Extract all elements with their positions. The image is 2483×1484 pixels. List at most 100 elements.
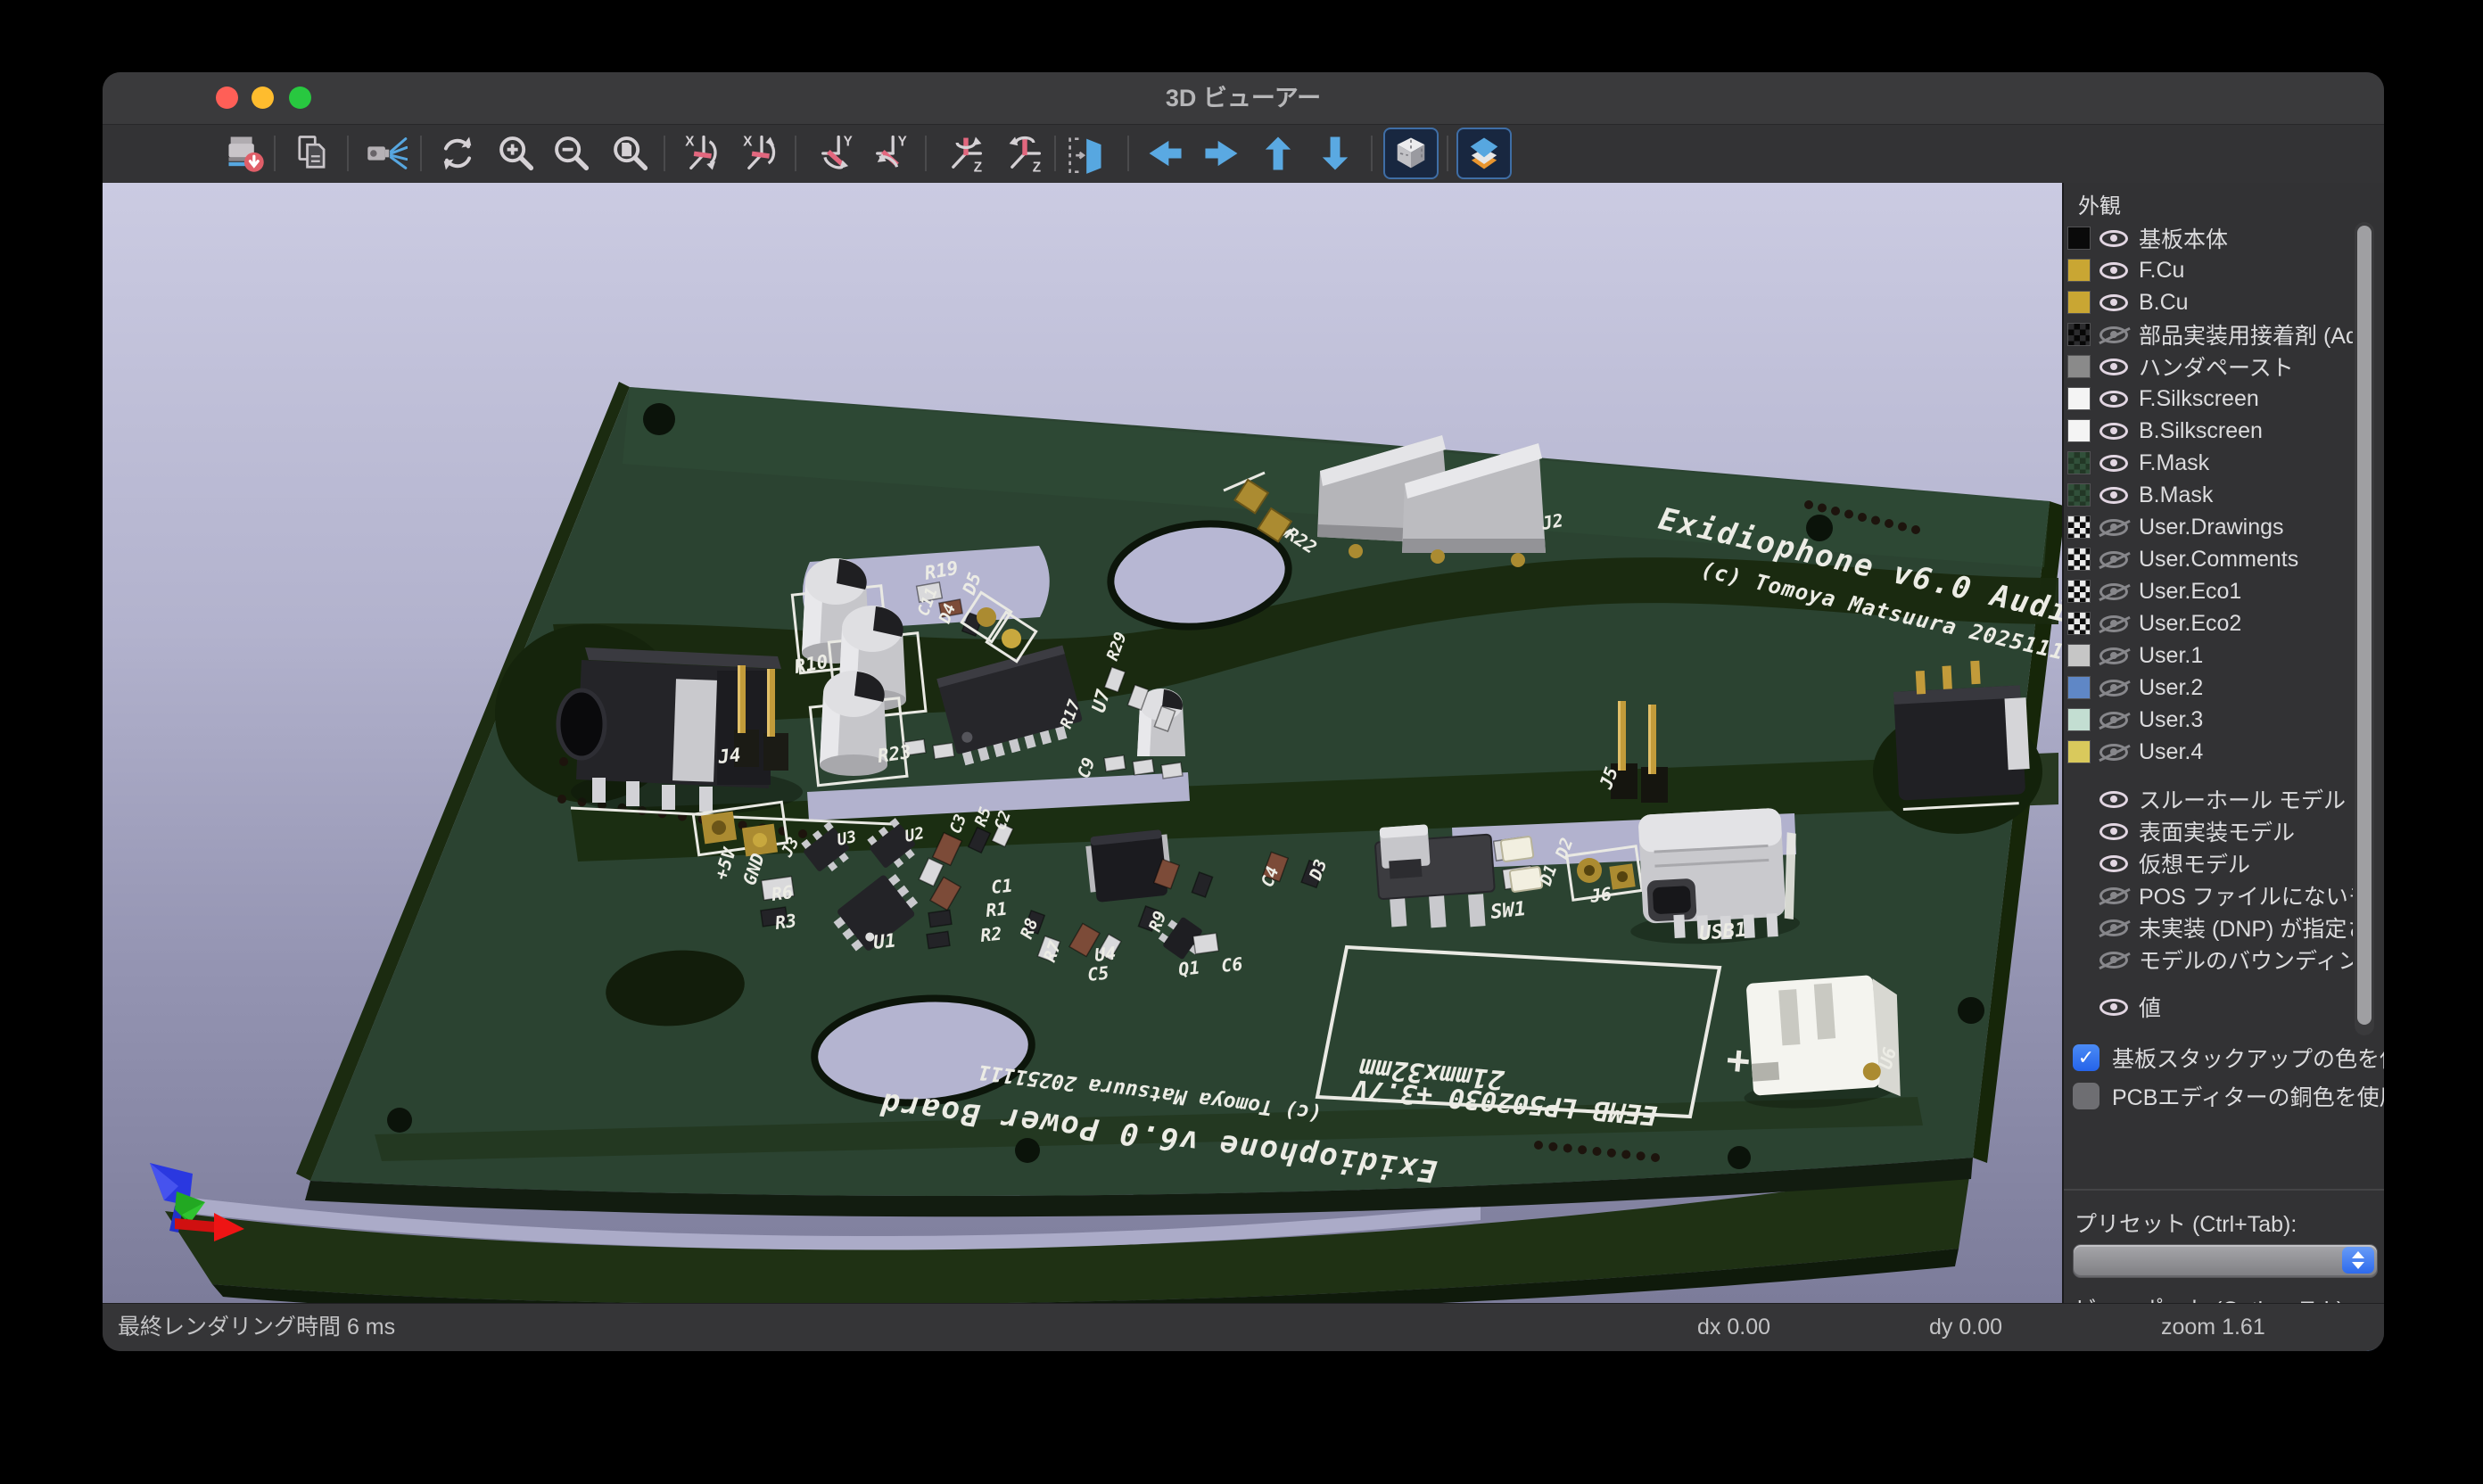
visibility-eye-icon[interactable] (2099, 359, 2128, 375)
visibility-eye-off-icon[interactable] (2099, 712, 2128, 729)
zoom-out-button[interactable] (547, 128, 597, 178)
visibility-eye-icon[interactable] (2099, 230, 2128, 247)
visibility-eye-off-icon[interactable] (2099, 952, 2128, 969)
layer-color-swatch[interactable] (2067, 259, 2091, 282)
layer-row[interactable]: User.Comments (2066, 543, 2353, 575)
copy-image-button[interactable] (287, 128, 337, 178)
visibility-eye-icon[interactable] (2099, 999, 2128, 1016)
titlebar[interactable]: 3D ビューアー (103, 72, 2384, 125)
visibility-eye-off-icon[interactable] (2099, 887, 2128, 904)
layer-row[interactable]: F.Silkscreen (2066, 383, 2353, 415)
rotate-z-cw-button[interactable]: Z (941, 128, 991, 178)
visibility-eye-icon[interactable] (2099, 855, 2128, 872)
visibility-eye-icon[interactable] (2099, 487, 2128, 504)
layer-list[interactable]: 基板本体F.CuB.Cu部品実装用接着剤 (Adhesive)ハンダペーストF.… (2066, 222, 2353, 1035)
rotate-z-ccw-button[interactable]: Z (1000, 128, 1050, 178)
layer-color-swatch[interactable] (2067, 323, 2091, 346)
visibility-eye-off-icon[interactable] (2099, 647, 2128, 664)
layer-color-swatch[interactable] (2067, 387, 2091, 410)
preset-stepper-icon[interactable] (2342, 1247, 2374, 1274)
panel-scrollbar[interactable] (2355, 222, 2374, 1035)
layer-row[interactable]: F.Mask (2066, 447, 2353, 479)
layer-color-swatch[interactable] (2067, 355, 2091, 378)
layer-row[interactable]: 表面実装モデル (2066, 815, 2353, 847)
layer-color-swatch[interactable] (2067, 515, 2091, 539)
layer-row[interactable]: 値 (2066, 991, 2353, 1023)
visibility-eye-off-icon[interactable] (2099, 919, 2128, 936)
visibility-eye-off-icon[interactable] (2099, 583, 2128, 600)
zoom-to-fit-button[interactable] (606, 128, 656, 178)
layer-color-swatch[interactable] (2067, 995, 2091, 1018)
pcb-copper-colors-checkbox[interactable] (2073, 1083, 2099, 1109)
visibility-eye-icon[interactable] (2099, 391, 2128, 408)
layer-color-swatch[interactable] (2067, 644, 2091, 667)
visibility-eye-off-icon[interactable] (2099, 519, 2128, 536)
move-up-button[interactable] (1253, 128, 1303, 178)
rotate-y-cw-button[interactable]: Y (812, 128, 862, 178)
visibility-eye-icon[interactable] (2099, 791, 2128, 808)
layer-row[interactable]: B.Cu (2066, 286, 2353, 318)
layer-row[interactable]: 基板本体 (2066, 222, 2353, 254)
visibility-eye-off-icon[interactable] (2099, 680, 2128, 697)
move-right-button[interactable] (1197, 128, 1247, 178)
rotate-x-ccw-button[interactable]: X (737, 128, 787, 178)
layer-row[interactable]: スルーホール モデル (2066, 783, 2353, 815)
layer-color-swatch[interactable] (2067, 948, 2091, 971)
render-view-button[interactable] (361, 128, 411, 178)
layer-color-swatch[interactable] (2067, 419, 2091, 442)
layer-row[interactable]: ハンダペースト (2066, 350, 2353, 383)
layer-color-swatch[interactable] (2067, 708, 2091, 731)
flip-board-button[interactable] (1060, 128, 1110, 178)
layer-row[interactable]: User.Eco2 (2066, 607, 2353, 639)
layer-row[interactable]: User.2 (2066, 672, 2353, 704)
panel-scrollbar-thumb[interactable] (2357, 226, 2372, 1025)
layer-row[interactable]: User.Drawings (2066, 511, 2353, 543)
layer-color-swatch[interactable] (2067, 548, 2091, 571)
layer-row[interactable]: POS ファイルにないモデル (2066, 879, 2353, 911)
layer-row[interactable]: 仮想モデル (2066, 847, 2353, 879)
visibility-eye-icon[interactable] (2099, 294, 2128, 311)
layer-row[interactable]: 部品実装用接着剤 (Adhesive) (2066, 318, 2353, 350)
viewport-3d[interactable]: Exidiophone v6.0 Audio Board (c) Tomoya … (103, 183, 2062, 1304)
appearance-manager-toggle[interactable] (1456, 128, 1512, 179)
visibility-eye-off-icon[interactable] (2099, 551, 2128, 568)
layer-row[interactable]: User.Eco1 (2066, 575, 2353, 607)
layer-color-swatch[interactable] (2067, 612, 2091, 635)
export-image-button[interactable] (220, 128, 270, 178)
layer-color-swatch[interactable] (2067, 451, 2091, 474)
move-left-button[interactable] (1140, 128, 1190, 178)
layer-color-swatch[interactable] (2067, 227, 2091, 250)
layer-color-swatch[interactable] (2067, 820, 2091, 843)
visibility-eye-icon[interactable] (2099, 423, 2128, 440)
visibility-eye-off-icon[interactable] (2099, 744, 2128, 761)
layer-color-swatch[interactable] (2067, 852, 2091, 875)
visibility-eye-icon[interactable] (2099, 262, 2128, 279)
preset-select[interactable] (2073, 1244, 2378, 1278)
checkbox-row-pcb-copper-colors[interactable]: PCBエディターの銅色を使用 (2073, 1080, 2384, 1112)
layer-row[interactable]: F.Cu (2066, 254, 2353, 286)
refresh-view-button[interactable] (433, 128, 483, 178)
rotate-y-ccw-button[interactable]: Y (866, 128, 916, 178)
layer-row[interactable]: モデルのバウンディングボックス (2066, 944, 2353, 976)
layer-row[interactable]: User.1 (2066, 639, 2353, 672)
layer-color-swatch[interactable] (2067, 884, 2091, 907)
layer-color-swatch[interactable] (2067, 483, 2091, 507)
layer-color-swatch[interactable] (2067, 916, 2091, 939)
layer-color-swatch[interactable] (2067, 787, 2091, 811)
zoom-in-button[interactable] (491, 128, 541, 178)
orthographic-projection-toggle[interactable] (1383, 128, 1439, 179)
layer-color-swatch[interactable] (2067, 291, 2091, 314)
rotate-x-cw-button[interactable]: X (679, 128, 729, 178)
move-down-button[interactable] (1310, 128, 1360, 178)
visibility-eye-off-icon[interactable] (2099, 615, 2128, 632)
layer-row[interactable]: User.3 (2066, 704, 2353, 736)
layer-color-swatch[interactable] (2067, 740, 2091, 763)
stackup-colors-checkbox[interactable] (2073, 1044, 2099, 1071)
layer-row[interactable]: B.Mask (2066, 479, 2353, 511)
visibility-eye-off-icon[interactable] (2099, 326, 2128, 343)
layer-row[interactable]: B.Silkscreen (2066, 415, 2353, 447)
checkbox-row-stackup-colors[interactable]: 基板スタックアップの色を使用 (2073, 1042, 2384, 1074)
layer-row[interactable]: User.4 (2066, 736, 2353, 768)
layer-row[interactable]: 未実装 (DNP) が指定されたモデル (2066, 911, 2353, 944)
layer-color-swatch[interactable] (2067, 676, 2091, 699)
